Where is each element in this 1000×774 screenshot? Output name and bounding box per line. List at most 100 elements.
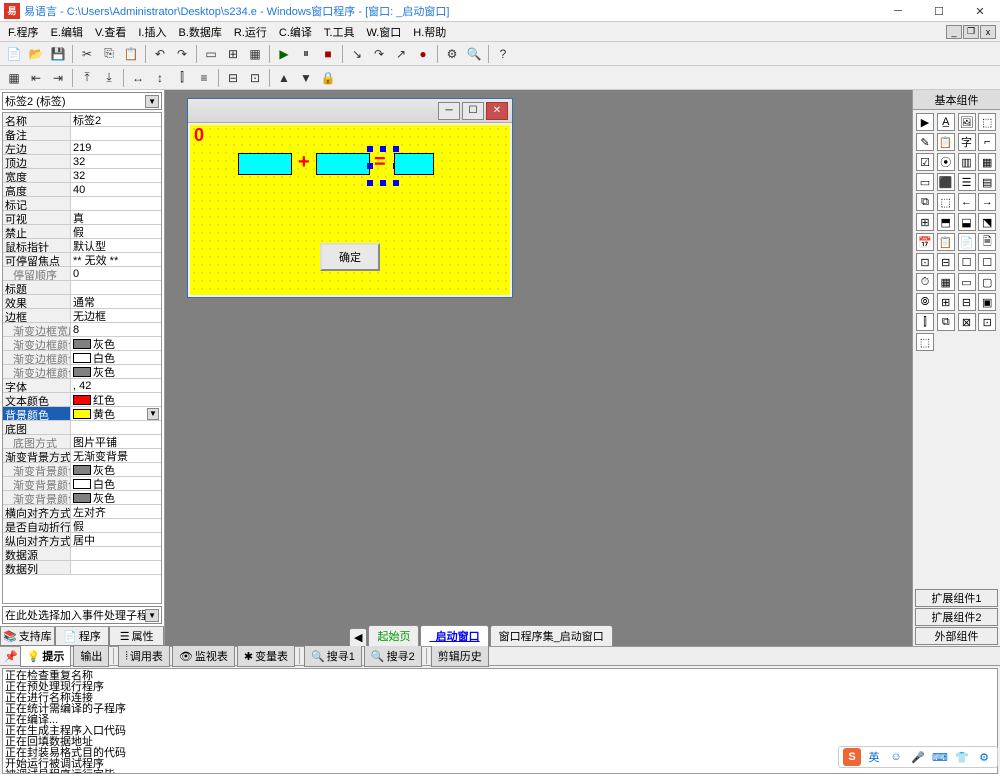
design-window[interactable]: ─ ☐ ✕ 0 + = 确定	[187, 98, 513, 298]
prop-row[interactable]: 渐变边框宽度8	[3, 323, 161, 337]
menu-edit[interactable]: E.编辑	[47, 22, 87, 42]
find-icon[interactable]: 🔍	[464, 44, 484, 64]
cyan-box-1[interactable]	[238, 153, 292, 175]
prop-row[interactable]: 渐变背景颜色3灰色	[3, 491, 161, 505]
palette-component-31[interactable]: ☐	[978, 253, 996, 271]
dropdown-icon[interactable]: ▼	[147, 408, 159, 420]
palette-component-41[interactable]: ⧉	[937, 313, 955, 331]
prop-value[interactable]: ** 无效 **	[71, 253, 161, 266]
prop-value[interactable]: 通常	[71, 295, 161, 308]
palette-expand-3[interactable]: 外部组件	[915, 627, 998, 645]
prop-row[interactable]: 标记	[3, 197, 161, 211]
palette-component-22[interactable]: ⬓	[958, 213, 976, 231]
palette-component-30[interactable]: ☐	[958, 253, 976, 271]
palette-component-37[interactable]: ⊞	[937, 293, 955, 311]
ime-skin-icon[interactable]: 👕	[953, 748, 971, 766]
prop-row[interactable]: 名称标签2	[3, 113, 161, 127]
design-canvas[interactable]: ─ ☐ ✕ 0 + = 确定 ◀ 起始页_启	[165, 90, 912, 646]
output-pin-icon[interactable]: 📌	[4, 650, 18, 663]
palette-component-33[interactable]: ▦	[937, 273, 955, 291]
prop-value[interactable]	[71, 561, 161, 574]
object-combo[interactable]: 标签2 (标签)	[2, 92, 162, 110]
palette-expand-1[interactable]: 扩展组件1	[915, 589, 998, 607]
prop-value[interactable]: , 42	[71, 379, 161, 392]
doc-tab-nav-left[interactable]: ◀	[349, 628, 367, 646]
menu-insert[interactable]: I.插入	[134, 22, 170, 42]
ime-bar[interactable]: S 英 ☺ 🎤 ⌨ 👕 ⚙	[838, 746, 998, 768]
step-over-icon[interactable]: ↷	[369, 44, 389, 64]
palette-component-28[interactable]: ⊡	[916, 253, 934, 271]
doc-tab[interactable]: 起始页	[368, 625, 419, 646]
send-back-icon[interactable]: ▼	[296, 68, 316, 88]
prop-value[interactable]: 标签2	[71, 113, 161, 126]
palette-component-16[interactable]: ⧉	[916, 193, 934, 211]
lock-icon[interactable]: 🔒	[318, 68, 338, 88]
ime-mic-icon[interactable]: 🎤	[909, 748, 927, 766]
prop-value[interactable]: 32	[71, 155, 161, 168]
ime-brand-icon[interactable]: S	[843, 748, 861, 766]
tab-properties[interactable]: ☰ 属性	[109, 627, 164, 646]
out-tab-cliphist[interactable]: 剪辑历史	[431, 645, 489, 667]
prop-value[interactable]: 无渐变背景	[71, 449, 161, 462]
mdi-minimize[interactable]: _	[946, 25, 962, 39]
palette-component-25[interactable]: 📋	[937, 233, 955, 251]
prop-row[interactable]: 底图	[3, 421, 161, 435]
prop-row[interactable]: 底图方式图片平铺	[3, 435, 161, 449]
palette-component-23[interactable]: ⬔	[978, 213, 996, 231]
mdi-close[interactable]: x	[980, 25, 996, 39]
out-tab-tips[interactable]: 💡 提示	[20, 645, 72, 667]
prop-value[interactable]: 219	[71, 141, 161, 154]
event-combo[interactable]: 在此处选择加入事件处理子程序	[2, 606, 162, 624]
prop-row[interactable]: 标题	[3, 281, 161, 295]
doc-tab[interactable]: _启动窗口	[420, 625, 488, 646]
pause-icon[interactable]: ⏸	[296, 44, 316, 64]
dw-maximize-icon[interactable]: ☐	[462, 102, 484, 120]
palette-component-8[interactable]: ☑	[916, 153, 934, 171]
prop-row[interactable]: 左边219	[3, 141, 161, 155]
prop-row[interactable]: 数据列	[3, 561, 161, 575]
prop-row[interactable]: 横向对齐方式左对齐	[3, 505, 161, 519]
ime-lang-icon[interactable]: 英	[865, 748, 883, 766]
palette-component-2[interactable]: 🖼	[958, 113, 976, 131]
palette-component-1[interactable]: A̲	[937, 113, 955, 131]
prop-row[interactable]: 高度40	[3, 183, 161, 197]
palette-component-44[interactable]: ⬚	[916, 333, 934, 351]
prop-row[interactable]: 纵向对齐方式居中	[3, 533, 161, 547]
prop-value[interactable]	[71, 197, 161, 210]
out-tab-callstack[interactable]: ⦙ 调用表	[118, 645, 169, 667]
prop-value[interactable]: 图片平铺	[71, 435, 161, 448]
prop-row[interactable]: 文本颜色红色	[3, 393, 161, 407]
out-tab-search2[interactable]: 🔍 搜寻2	[364, 645, 422, 667]
prop-value[interactable]: 真	[71, 211, 161, 224]
close-button[interactable]: ✕	[960, 0, 1000, 22]
palette-component-32[interactable]: ⏱	[916, 273, 934, 291]
palette-component-29[interactable]: ⊟	[937, 253, 955, 271]
design-window-body[interactable]: 0 + = 确定	[190, 125, 510, 295]
undo-icon[interactable]: ↶	[150, 44, 170, 64]
prop-value[interactable]: 黄色▼	[71, 407, 161, 420]
palette-component-26[interactable]: 📄	[958, 233, 976, 251]
palette-component-19[interactable]: →	[978, 193, 996, 211]
prop-row[interactable]: 鼠标指针默认型	[3, 239, 161, 253]
breakpoint-icon[interactable]: ●	[413, 44, 433, 64]
copy-icon[interactable]: ⎘	[99, 44, 119, 64]
new-icon[interactable]: 📄	[4, 44, 24, 64]
palette-component-18[interactable]: ←	[958, 193, 976, 211]
prop-row[interactable]: 顶边32	[3, 155, 161, 169]
prop-row[interactable]: 禁止假	[3, 225, 161, 239]
run-icon[interactable]: ▶	[274, 44, 294, 64]
cut-icon[interactable]: ✂	[77, 44, 97, 64]
palette-component-14[interactable]: ☰	[958, 173, 976, 191]
prop-value[interactable]: 默认型	[71, 239, 161, 252]
bring-front-icon[interactable]: ▲	[274, 68, 294, 88]
menu-compile[interactable]: C.编译	[275, 22, 316, 42]
palette-component-9[interactable]: ⦿	[937, 153, 955, 171]
prop-value[interactable]	[71, 127, 161, 140]
prop-value[interactable]: 8	[71, 323, 161, 336]
prop-value[interactable]	[71, 421, 161, 434]
doc-tab[interactable]: 窗口程序集_启动窗口	[490, 625, 613, 646]
prop-value[interactable]: 40	[71, 183, 161, 196]
prop-row[interactable]: 边框无边框	[3, 309, 161, 323]
palette-component-39[interactable]: ▣	[978, 293, 996, 311]
prop-value[interactable]: 灰色	[71, 491, 161, 504]
